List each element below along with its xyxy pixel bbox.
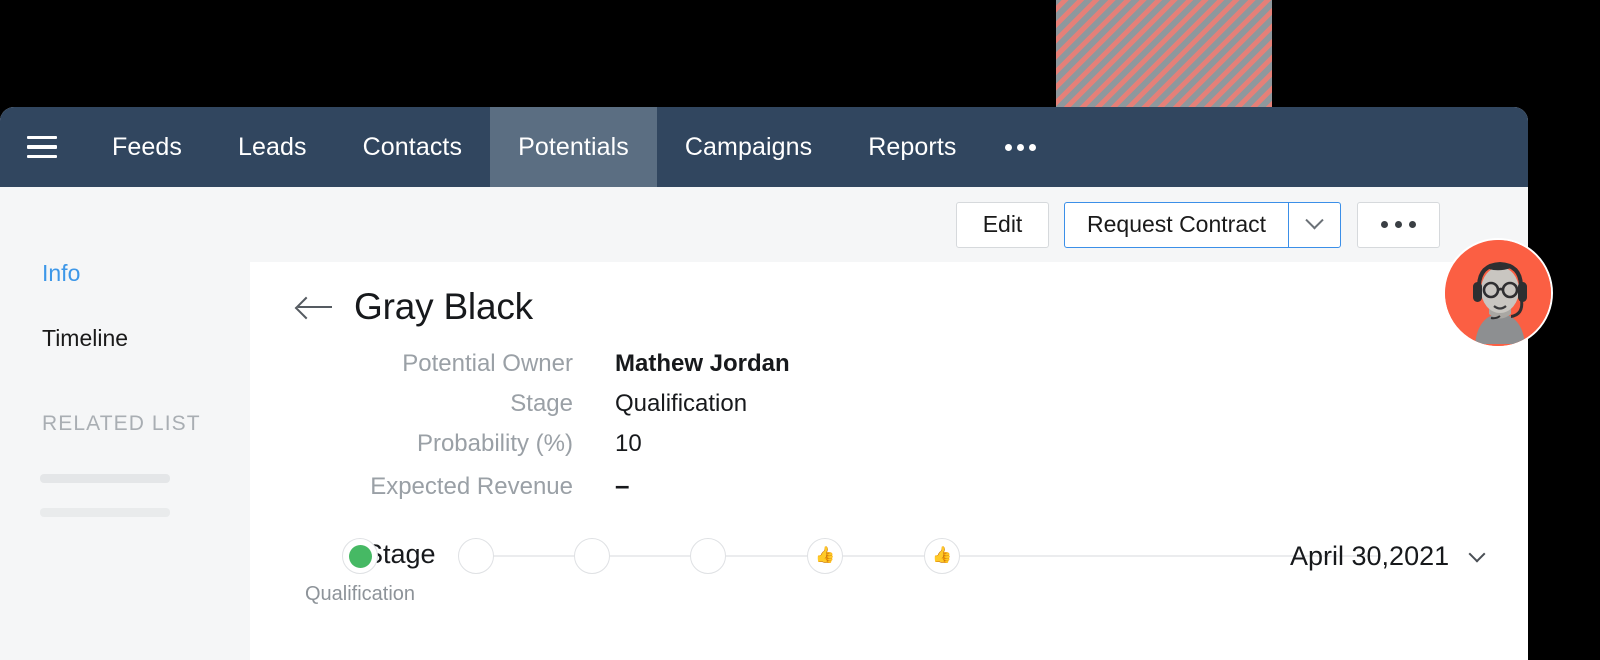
top-navigation-bar: Feeds Leads Contacts Potentials Campaign… bbox=[0, 107, 1528, 187]
ellipsis-icon bbox=[1395, 221, 1402, 228]
sidebar-item-timeline[interactable]: Timeline bbox=[0, 327, 250, 350]
screenshot-root: Feeds Leads Contacts Potentials Campaign… bbox=[0, 0, 1600, 660]
stage-node-4[interactable] bbox=[690, 538, 726, 574]
request-contract-split-button: Request Contract bbox=[1064, 201, 1341, 248]
sidebar-skeleton-item bbox=[40, 474, 170, 483]
thumbs-up-icon: 👍 bbox=[932, 547, 952, 564]
record-detail-card: Gray Black Potential Owner Mathew Jordan… bbox=[250, 262, 1528, 660]
filled-dot-icon bbox=[348, 544, 372, 568]
field-value-potential-owner: Mathew Jordan bbox=[615, 350, 790, 377]
stage-node-2[interactable] bbox=[458, 538, 494, 574]
stage-node-label-qualification: Qualification bbox=[304, 583, 416, 605]
stage-node-closed-won[interactable]: 👍 bbox=[807, 538, 843, 574]
agent-portrait-icon bbox=[1445, 240, 1551, 346]
field-row: Probability (%) 10 bbox=[250, 430, 1528, 458]
nav-more-button[interactable] bbox=[984, 107, 1060, 187]
field-value-probability: 10 bbox=[615, 430, 642, 457]
record-body: Info Timeline RELATED LIST Gray Black Po… bbox=[0, 262, 1528, 660]
closing-date-selector[interactable]: April 30,2021 bbox=[1290, 541, 1486, 572]
nav-tab-feeds[interactable]: Feeds bbox=[84, 107, 210, 187]
chevron-down-icon bbox=[1468, 545, 1486, 562]
request-contract-button[interactable]: Request Contract bbox=[1065, 203, 1288, 247]
field-value-stage: Qualification bbox=[615, 390, 748, 417]
field-row: Stage Qualification bbox=[250, 390, 1528, 418]
field-label-probability: Probability (%) bbox=[416, 430, 573, 457]
request-contract-dropdown-button[interactable] bbox=[1288, 202, 1340, 247]
field-label-stage: Stage bbox=[510, 390, 573, 417]
thumbs-up-icon: 👍 bbox=[815, 547, 835, 564]
arrow-left-icon[interactable] bbox=[298, 295, 332, 319]
closing-date-value: April 30,2021 bbox=[1290, 541, 1450, 571]
nav-tab-potentials[interactable]: Potentials bbox=[490, 107, 657, 187]
ellipsis-icon bbox=[1381, 221, 1388, 228]
field-label-expected-revenue: Expected Revenue bbox=[370, 473, 573, 500]
ellipsis-icon bbox=[1004, 143, 1012, 151]
page-title: Gray Black bbox=[354, 286, 533, 327]
nav-tab-leads[interactable]: Leads bbox=[210, 107, 335, 187]
edit-button[interactable]: Edit bbox=[956, 201, 1050, 248]
support-agent-avatar[interactable] bbox=[1443, 238, 1553, 348]
stage-node-closed-lost[interactable]: 👍 bbox=[924, 538, 960, 574]
field-row: Potential Owner Mathew Jordan bbox=[250, 350, 1528, 378]
record-more-actions-button[interactable] bbox=[1357, 201, 1440, 248]
field-value-expected-revenue: – bbox=[615, 470, 630, 500]
record-sidebar: Info Timeline RELATED LIST bbox=[0, 262, 250, 660]
stage-progress-track: Stage 👍 👍 Qualification April 30,2021 bbox=[250, 529, 1528, 619]
record-fields: Potential Owner Mathew Jordan Stage Qual… bbox=[250, 350, 1528, 501]
stage-node-qualification[interactable] bbox=[342, 538, 378, 574]
field-row: Expected Revenue – bbox=[250, 470, 1528, 501]
ellipsis-icon bbox=[1016, 143, 1024, 151]
hamburger-icon bbox=[27, 130, 57, 165]
decorative-stripe-block bbox=[1056, 0, 1272, 108]
sidebar-section-related-list: RELATED LIST bbox=[42, 412, 201, 435]
nav-tab-contacts[interactable]: Contacts bbox=[335, 107, 490, 187]
record-header: Gray Black bbox=[250, 262, 1528, 328]
nav-tab-campaigns[interactable]: Campaigns bbox=[657, 107, 840, 187]
stage-node-3[interactable] bbox=[574, 538, 610, 574]
chevron-down-icon bbox=[1305, 211, 1324, 230]
record-action-bar: Edit Request Contract bbox=[0, 187, 1528, 262]
sidebar-item-info[interactable]: Info bbox=[0, 262, 250, 285]
nav-tab-reports[interactable]: Reports bbox=[840, 107, 984, 187]
field-label-potential-owner: Potential Owner bbox=[402, 350, 573, 377]
sidebar-skeleton-item bbox=[40, 508, 170, 517]
ellipsis-icon bbox=[1409, 221, 1416, 228]
hamburger-menu-button[interactable] bbox=[0, 107, 84, 187]
ellipsis-icon bbox=[1028, 143, 1036, 151]
crm-app-window: Feeds Leads Contacts Potentials Campaign… bbox=[0, 107, 1528, 660]
